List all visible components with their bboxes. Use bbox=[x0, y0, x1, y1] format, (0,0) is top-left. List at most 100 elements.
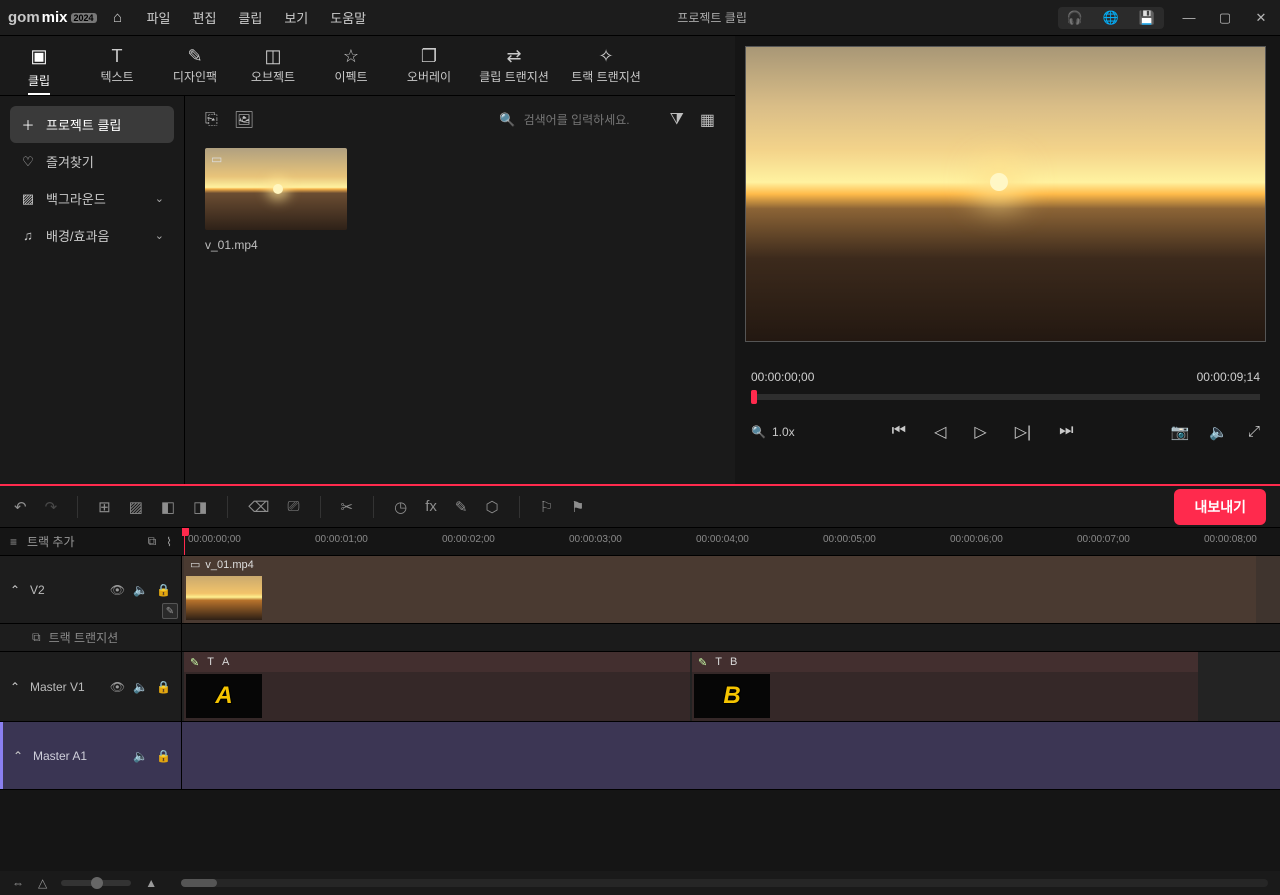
hscroll-thumb[interactable] bbox=[181, 879, 217, 887]
home-icon[interactable]: ⌂ bbox=[103, 9, 133, 26]
timeline-ruler[interactable]: 00:00:00;0000:00:01;0000:00:02;0000:00:0… bbox=[182, 528, 1280, 555]
zoom-in-icon[interactable]: ▲ bbox=[145, 876, 157, 890]
import-file-icon[interactable]: ⎘ bbox=[205, 111, 218, 129]
search-box[interactable]: 🔍 bbox=[499, 112, 653, 128]
maximize-icon[interactable]: ▢ bbox=[1214, 10, 1236, 26]
globe-icon[interactable]: 🌐 bbox=[1100, 10, 1122, 26]
minimize-icon[interactable]: — bbox=[1178, 10, 1200, 26]
marker-in-icon[interactable]: ⚐ bbox=[540, 498, 553, 516]
text-clip-a-thumb: A bbox=[186, 674, 262, 718]
zoom-slider-knob[interactable] bbox=[91, 877, 103, 889]
ripple-delete-icon[interactable]: ⎚ bbox=[288, 498, 300, 515]
undo-icon[interactable]: ↶ bbox=[14, 498, 27, 516]
headset-icon[interactable]: 🎧 bbox=[1064, 10, 1086, 26]
menu-view[interactable]: 보기 bbox=[284, 8, 308, 27]
sidebar-item-favorites[interactable]: ♡ 즐겨찾기 bbox=[10, 143, 174, 180]
collapse-icon[interactable]: ⌃ bbox=[10, 583, 22, 597]
tab-track-transition[interactable]: ✧ 트랙 트랜지션 bbox=[560, 44, 652, 85]
sidebar-item-bgm[interactable]: ♫ 배경/효과음 ⌄ bbox=[10, 217, 174, 254]
tab-object[interactable]: ◫ 오브젝트 bbox=[234, 44, 312, 85]
cut-icon[interactable]: ✂ bbox=[341, 498, 354, 516]
speaker-icon[interactable]: 🔈 bbox=[133, 680, 148, 694]
step-back-icon[interactable]: ◁ bbox=[934, 422, 946, 442]
mask-icon[interactable]: ▨ bbox=[129, 498, 143, 516]
track-transition-body[interactable] bbox=[182, 624, 1280, 651]
filter-icon[interactable]: ⧩ bbox=[670, 111, 684, 129]
menu-clip[interactable]: 클립 bbox=[238, 8, 262, 27]
media-thumb[interactable]: ▭ v_01.mp4 bbox=[205, 148, 347, 252]
marker-out-icon[interactable]: ⚑ bbox=[571, 498, 584, 516]
menu-edit[interactable]: 편집 bbox=[192, 8, 216, 27]
magnet-icon[interactable]: ⧉ bbox=[148, 534, 157, 549]
zoom-out-icon[interactable]: △ bbox=[38, 876, 47, 890]
close-icon[interactable]: ✕ bbox=[1250, 10, 1272, 26]
track-v2-header[interactable]: ⌃ V2 👁 🔈 🔒 bbox=[0, 556, 182, 623]
lock-icon[interactable]: 🔒 bbox=[156, 583, 171, 597]
search-input[interactable] bbox=[524, 113, 654, 127]
fx-badge-icon[interactable]: ✎ bbox=[162, 603, 178, 619]
preview-zoom[interactable]: 🔍 1.0x bbox=[751, 425, 795, 439]
track-mv1-body[interactable]: ✎TA A ✎TB B bbox=[182, 652, 1280, 721]
eye-icon[interactable]: 👁 bbox=[110, 680, 125, 694]
fit-width-icon[interactable]: ⇔ bbox=[12, 876, 24, 890]
playhead[interactable] bbox=[184, 528, 185, 555]
collapse-icon[interactable]: ⌃ bbox=[13, 749, 25, 763]
text-icon: T bbox=[78, 44, 156, 68]
pen-icon[interactable]: ✎ bbox=[455, 498, 468, 516]
track-mv1-header[interactable]: ⌃ Master V1 👁 🔈 🔒 bbox=[0, 652, 182, 721]
speaker-icon[interactable]: 🔈 bbox=[133, 749, 148, 763]
step-fwd-icon[interactable]: ▷| bbox=[1015, 422, 1031, 442]
import-image-icon[interactable]: 🖼 bbox=[234, 110, 254, 130]
menu-file[interactable]: 파일 bbox=[147, 8, 171, 27]
sidebar-item-project-clip[interactable]: ＋ 프로젝트 클립 bbox=[10, 106, 174, 143]
track-transition-header[interactable]: ⧉ 트랙 트랜지션 bbox=[0, 624, 182, 651]
save-icon[interactable]: 💾 bbox=[1136, 10, 1158, 26]
add-clip-icon[interactable]: ⊞ bbox=[98, 498, 111, 516]
eye-icon[interactable]: 👁 bbox=[110, 583, 125, 597]
text-clip-a[interactable]: ✎TA A bbox=[184, 652, 690, 721]
clip-v2[interactable]: ▭v_01.mp4 bbox=[184, 556, 1256, 623]
scrubber-handle[interactable] bbox=[751, 390, 757, 404]
tab-overlay[interactable]: ❐ 오버레이 bbox=[390, 44, 468, 85]
tab-designpack[interactable]: ✎ 디자인팩 bbox=[156, 44, 234, 85]
menu-help[interactable]: 도움말 bbox=[330, 8, 366, 27]
tab-text[interactable]: T 텍스트 bbox=[78, 44, 156, 85]
play-icon[interactable]: ▷ bbox=[974, 422, 986, 442]
pen-icon[interactable]: ✎ bbox=[698, 656, 707, 669]
lock-icon[interactable]: 🔒 bbox=[156, 749, 171, 763]
speaker-icon[interactable]: 🔈 bbox=[133, 583, 148, 597]
app-logo: gom mix 2024 bbox=[8, 9, 97, 26]
shield-icon[interactable]: ⬡ bbox=[485, 498, 498, 516]
collapse-icon[interactable]: ⌃ bbox=[10, 680, 22, 694]
link-icon[interactable]: ⌇ bbox=[166, 535, 172, 549]
list-icon[interactable]: ≡ bbox=[10, 535, 17, 549]
preview-viewport[interactable] bbox=[745, 46, 1266, 342]
grid-view-icon[interactable]: ▦ bbox=[700, 110, 715, 130]
fullscreen-icon[interactable]: ⤢ bbox=[1248, 423, 1260, 441]
skip-start-icon[interactable]: ⏮ bbox=[892, 422, 906, 442]
zoom-slider[interactable] bbox=[61, 880, 131, 886]
export-button[interactable]: 내보내기 bbox=[1174, 489, 1266, 525]
text-clip-b[interactable]: ✎TB B bbox=[692, 652, 1198, 721]
add-track-label[interactable]: 트랙 추가 bbox=[27, 533, 75, 550]
track-v2-body[interactable]: ▭v_01.mp4 ✎ bbox=[182, 556, 1280, 623]
snapshot-icon[interactable]: 📷 bbox=[1171, 423, 1190, 441]
sidebar-item-background[interactable]: ▨ 백그라운드 ⌄ bbox=[10, 180, 174, 217]
speed-icon[interactable]: ◷ bbox=[394, 498, 407, 516]
lock-icon[interactable]: 🔒 bbox=[156, 680, 171, 694]
split-left-icon[interactable]: ◧ bbox=[161, 498, 175, 516]
delete-icon[interactable]: ⌫ bbox=[248, 498, 269, 516]
tab-clip[interactable]: ▣ 클립 bbox=[0, 44, 78, 95]
split-right-icon[interactable]: ◨ bbox=[193, 498, 207, 516]
skip-end-icon[interactable]: ⏭ bbox=[1059, 422, 1073, 442]
timeline-hscroll[interactable] bbox=[181, 879, 1268, 887]
tab-clip-transition[interactable]: ⇄ 클립 트랜지션 bbox=[468, 44, 560, 85]
preview-scrubber[interactable] bbox=[751, 394, 1260, 400]
track-ma1-body[interactable] bbox=[182, 722, 1280, 789]
tab-effect[interactable]: ☆ 이펙트 bbox=[312, 44, 390, 85]
pen-icon[interactable]: ✎ bbox=[190, 656, 199, 669]
track-ma1-header[interactable]: ⌃ Master A1 🔈 🔒 bbox=[0, 722, 182, 789]
redo-icon[interactable]: ↷ bbox=[45, 498, 58, 516]
fx-icon[interactable]: fx bbox=[425, 498, 437, 515]
mute-icon[interactable]: 🔈 bbox=[1209, 423, 1228, 441]
